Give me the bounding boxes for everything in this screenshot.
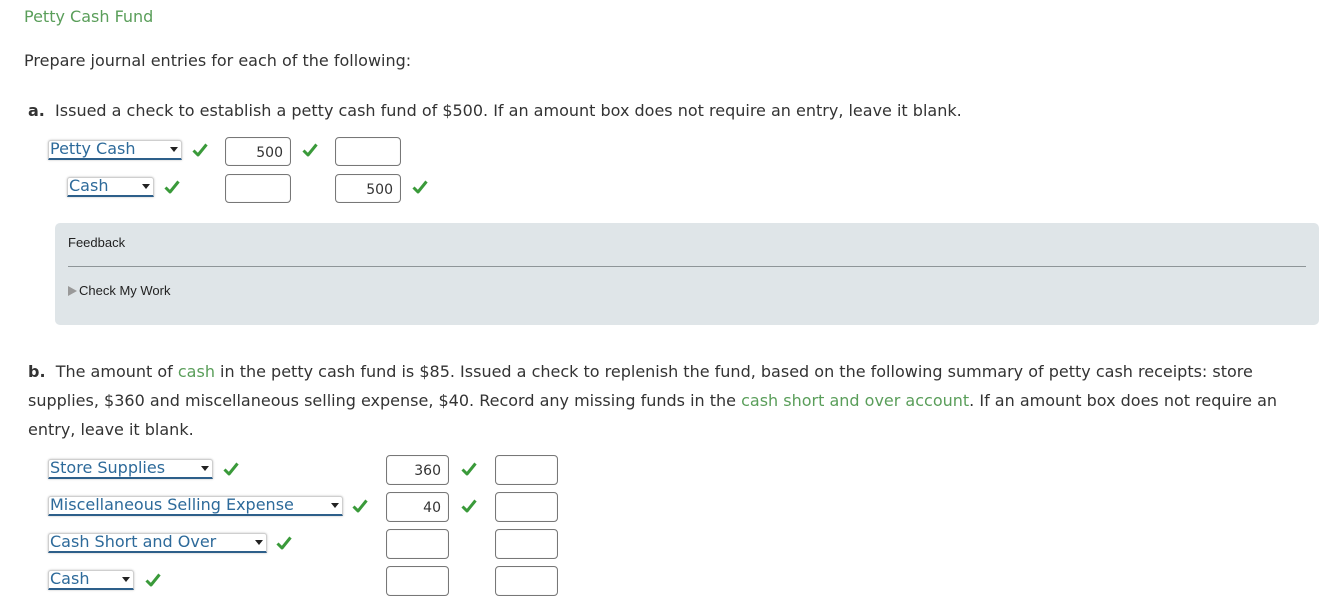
cash-short-over-link[interactable]: cash short and over account <box>741 391 969 410</box>
account-select-b4[interactable]: Cash <box>48 570 134 590</box>
debit-input-a1[interactable]: 500 <box>225 137 291 166</box>
question-a-letter: a. <box>28 101 45 120</box>
checkmark-icon <box>145 572 161 588</box>
checkmark-icon <box>461 498 477 514</box>
credit-input-b3[interactable] <box>495 529 558 559</box>
account-select-a2-value: Cash <box>69 176 109 195</box>
check-my-work-label: Check My Work <box>79 283 171 298</box>
checkmark-icon <box>164 179 180 195</box>
question-b-letter: b. <box>28 362 46 381</box>
cash-link[interactable]: cash <box>178 362 215 381</box>
credit-input-b4[interactable] <box>495 566 558 596</box>
account-select-b4-value: Cash <box>50 569 90 588</box>
debit-input-b2[interactable]: 40 <box>386 492 449 522</box>
feedback-title: Feedback <box>68 235 126 250</box>
question-a-text: Issued a check to establish a petty cash… <box>55 101 962 120</box>
checkmark-icon <box>461 461 477 477</box>
instructions: Prepare journal entries for each of the … <box>24 51 412 70</box>
credit-input-a2[interactable]: 500 <box>335 174 401 203</box>
checkmark-icon <box>302 142 318 158</box>
account-select-a1-value: Petty Cash <box>50 139 136 158</box>
chevron-down-icon <box>201 466 209 471</box>
account-select-b3[interactable]: Cash Short and Over <box>48 533 267 553</box>
debit-input-b1[interactable]: 360 <box>386 455 449 485</box>
account-select-b2[interactable]: Miscellaneous Selling Expense <box>48 496 343 516</box>
checkmark-icon <box>223 461 239 477</box>
page-title: Petty Cash Fund <box>24 7 154 26</box>
chevron-down-icon <box>255 540 263 545</box>
question-b-text-1: The amount of <box>55 362 178 381</box>
checkmark-icon <box>412 179 428 195</box>
account-select-b1[interactable]: Store Supplies <box>48 459 213 479</box>
credit-input-b2[interactable] <box>495 492 558 522</box>
account-select-b3-value: Cash Short and Over <box>50 532 217 551</box>
checkmark-icon <box>192 142 208 158</box>
debit-input-b3[interactable] <box>386 529 449 559</box>
chevron-down-icon <box>122 577 130 582</box>
chevron-down-icon <box>331 503 339 508</box>
account-select-a2[interactable]: Cash <box>67 177 154 197</box>
checkmark-icon <box>276 535 292 551</box>
feedback-panel: Feedback Check My Work <box>55 223 1319 325</box>
check-my-work-toggle[interactable]: Check My Work <box>68 283 171 298</box>
question-a: a. Issued a check to establish a petty c… <box>28 96 1308 125</box>
chevron-down-icon <box>170 147 178 152</box>
account-select-b1-value: Store Supplies <box>50 458 166 477</box>
account-select-b2-value: Miscellaneous Selling Expense <box>50 495 294 514</box>
triangle-right-icon <box>68 286 77 296</box>
account-select-a1[interactable]: Petty Cash <box>48 140 182 160</box>
question-b: b. The amount of cash in the petty cash … <box>28 357 1308 444</box>
credit-input-b1[interactable] <box>495 455 558 485</box>
checkmark-icon <box>352 498 368 514</box>
credit-input-a1[interactable] <box>335 137 401 166</box>
feedback-divider <box>68 266 1306 267</box>
debit-input-b4[interactable] <box>386 566 449 596</box>
chevron-down-icon <box>142 184 150 189</box>
debit-input-a2[interactable] <box>225 174 291 203</box>
